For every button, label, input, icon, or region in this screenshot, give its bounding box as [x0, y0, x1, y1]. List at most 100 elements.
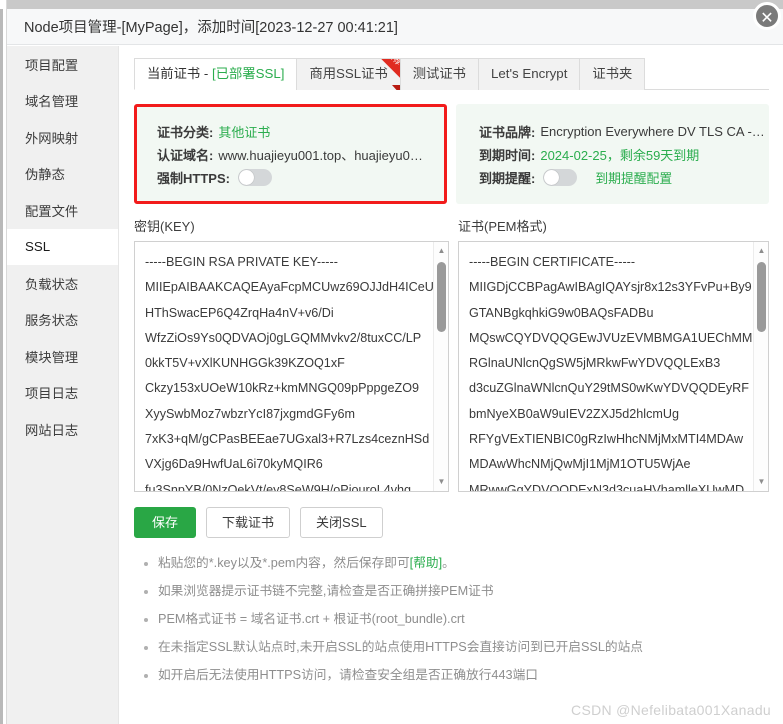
- key-panel-label: 密钥(KEY): [134, 219, 195, 234]
- main-panel: 当前证书 - [已部署SSL] 商用SSL证书 推荐 测试证书 Let's Encryp…: [120, 46, 783, 724]
- scroll-up-arrow-icon[interactable]: ▲: [754, 244, 768, 258]
- cert-brand-value: Encryption Everywhere DV TLS CA - ...: [540, 124, 766, 139]
- sidebar-item-1[interactable]: 域名管理: [7, 83, 118, 120]
- cert-expire-value: 2024-02-25，剩余59天到期: [540, 148, 700, 163]
- sidebar-item-7[interactable]: 服务状态: [7, 302, 118, 339]
- force-https-row: 强制HTTPS:: [157, 166, 444, 189]
- sidebar-item-label: 域名管理: [25, 94, 79, 110]
- scrollbar-thumb[interactable]: [757, 262, 766, 332]
- toggle-knob-icon: [544, 170, 560, 185]
- download-cert-button[interactable]: 下载证书: [206, 507, 291, 538]
- help-note-item: 粘贴您的*.key以及*.pem内容，然后保存即可[帮助]。: [158, 556, 769, 571]
- certificate-summary: 证书分类: 其他证书 认证域名: www.huajieyu001.top、hua…: [134, 104, 769, 204]
- window-top-chrome: [0, 0, 783, 9]
- sidebar-item-label: 模块管理: [25, 349, 79, 365]
- cert-domain-value: www.huajieyu001.top、huajieyu001....: [218, 148, 429, 163]
- help-note-text: 如开启后无法使用HTTPS访问，请检查安全组是否正确放行443端口: [158, 668, 538, 682]
- sidebar: 项目配置域名管理外网映射伪静态配置文件 SSL 负载状态服务状态模块管理项目日志网站…: [7, 46, 119, 724]
- tab-1[interactable]: 商用SSL证书 推荐: [296, 58, 400, 90]
- sidebar-item-9[interactable]: 项目日志: [7, 375, 118, 412]
- cert-category-label: 证书分类:: [157, 125, 214, 140]
- sidebar-item-10[interactable]: 网站日志: [7, 411, 118, 448]
- sidebar-item-6[interactable]: 负载状态: [7, 265, 118, 302]
- tab-label: 当前证书 -: [147, 66, 213, 81]
- force-https-toggle[interactable]: [237, 169, 272, 186]
- certificate-info-left-highlighted: 证书分类: 其他证书 认证域名: www.huajieyu001.top、hua…: [134, 104, 447, 204]
- sidebar-item-label: 网站日志: [25, 422, 79, 438]
- scroll-up-arrow-icon[interactable]: ▲: [434, 244, 448, 258]
- help-note-item: PEM格式证书 = 域名证书.crt + 根证书(root_bundle).cr…: [158, 612, 769, 627]
- expire-remind-row: 到期提醒: 到期提醒配置: [479, 166, 769, 189]
- close-ssl-button[interactable]: 关闭SSL: [300, 507, 383, 538]
- force-https-label: 强制HTTPS:: [157, 171, 230, 186]
- certificate-textarea-wrapper: -----BEGIN CERTIFICATE----- MIIGDjCCBPag…: [458, 241, 769, 492]
- expire-remind-toggle[interactable]: [543, 169, 578, 186]
- sidebar-item-label: SSL: [25, 239, 51, 255]
- certificate-info-right: 证书品牌: Encryption Everywhere DV TLS CA - …: [456, 104, 769, 204]
- cert-brand-row: 证书品牌: Encryption Everywhere DV TLS CA - …: [479, 120, 769, 143]
- tab-label: 商用SSL证书: [309, 66, 388, 81]
- tab-2[interactable]: 测试证书: [399, 58, 478, 90]
- sidebar-item-label: 伪静态: [25, 167, 65, 183]
- sidebar-item-label: 项目配置: [25, 57, 79, 73]
- sidebar-item-0[interactable]: 项目配置: [7, 46, 118, 83]
- scrollbar-thumb[interactable]: [437, 262, 446, 332]
- expire-remind-label: 到期提醒:: [479, 171, 536, 186]
- help-notes: 粘贴您的*.key以及*.pem内容，然后保存即可[帮助]。如果浏览器提示证书链…: [134, 556, 769, 683]
- certificate-panel: 证书(PEM格式) -----BEGIN CERTIFICATE----- MI…: [458, 216, 769, 492]
- tab-bar: 当前证书 - [已部署SSL] 商用SSL证书 推荐 测试证书 Let's Encryp…: [134, 58, 769, 90]
- cert-category-value: 其他证书: [218, 125, 271, 140]
- help-note-suffix: 。: [442, 556, 455, 570]
- certificate-panel-label: 证书(PEM格式): [458, 219, 547, 234]
- sidebar-item-3[interactable]: 伪静态: [7, 156, 118, 193]
- watermark: CSDN @Nefelibata001Xanadu: [571, 702, 771, 718]
- action-buttons: 保存 下载证书 关闭SSL: [134, 507, 769, 538]
- cert-domain-row: 认证域名: www.huajieyu001.top、huajieyu001...…: [157, 143, 444, 166]
- help-note-text: 如果浏览器提示证书链不完整,请检查是否正确拼接PEM证书: [158, 584, 494, 598]
- cert-expire-label: 到期时间:: [479, 148, 536, 163]
- window-left-edge-shadow: [0, 9, 3, 724]
- close-icon[interactable]: ✕: [753, 2, 781, 30]
- help-note-text: 在未指定SSL默认站点时,未开启SSL的站点使用HTTPS会直接访问到已开启SS…: [158, 640, 643, 654]
- help-note-text: 粘贴您的*.key以及*.pem内容，然后保存即可: [158, 556, 410, 570]
- sidebar-item-label: 外网映射: [25, 130, 79, 146]
- scroll-down-arrow-icon[interactable]: ▼: [754, 475, 768, 489]
- scroll-down-arrow-icon[interactable]: ▼: [434, 475, 448, 489]
- help-note-text: PEM格式证书 = 域名证书.crt + 根证书(root_bundle).cr…: [158, 612, 465, 626]
- tab-3[interactable]: Let's Encrypt: [477, 58, 580, 90]
- cert-domain-label: 认证域名:: [157, 148, 214, 163]
- tab-label: 测试证书: [412, 66, 466, 81]
- dialog-title: Node项目管理-[MyPage]，添加时间[2023-12-27 00:41:…: [7, 9, 783, 45]
- cert-expire-row: 到期时间: 2024-02-25，剩余59天到期: [479, 143, 769, 166]
- tab-label: 证书夹: [592, 66, 633, 81]
- save-button[interactable]: 保存: [134, 507, 197, 538]
- help-note-item: 在未指定SSL默认站点时,未开启SSL的站点使用HTTPS会直接访问到已开启SS…: [158, 640, 769, 655]
- recommended-ribbon-tip-icon: [391, 85, 400, 90]
- sidebar-item-label: 负载状态: [25, 276, 79, 292]
- sidebar-item-8[interactable]: 模块管理: [7, 338, 118, 375]
- help-note-item: 如开启后无法使用HTTPS访问，请检查安全组是否正确放行443端口: [158, 668, 769, 683]
- certificate-textarea[interactable]: -----BEGIN CERTIFICATE----- MIIGDjCCBPag…: [459, 242, 753, 491]
- sidebar-item-5[interactable]: SSL: [7, 228, 118, 265]
- tab-4[interactable]: 证书夹: [579, 58, 646, 90]
- certificate-scrollbar[interactable]: ▲ ▼: [753, 242, 768, 491]
- tab-status-badge: [已部署SSL]: [212, 66, 285, 81]
- expire-remind-config-link[interactable]: 到期提醒配置: [595, 168, 672, 187]
- sidebar-item-2[interactable]: 外网映射: [7, 119, 118, 156]
- tab-label: Let's Encrypt: [490, 66, 568, 81]
- key-panel: 密钥(KEY) -----BEGIN RSA PRIVATE KEY----- …: [134, 216, 449, 492]
- sidebar-item-label: 服务状态: [25, 313, 79, 329]
- key-scrollbar[interactable]: ▲ ▼: [433, 242, 448, 491]
- sidebar-item-4[interactable]: 配置文件: [7, 192, 118, 229]
- sidebar-item-label: 项目日志: [25, 386, 79, 402]
- cert-editor-row: 密钥(KEY) -----BEGIN RSA PRIVATE KEY----- …: [134, 216, 769, 492]
- sidebar-item-label: 配置文件: [25, 203, 79, 219]
- help-link[interactable]: [帮助]: [410, 556, 442, 570]
- ssl-settings-dialog: ✕ Node项目管理-[MyPage]，添加时间[2023-12-27 00:4…: [0, 0, 783, 724]
- toggle-knob-icon: [238, 170, 254, 185]
- help-note-item: 如果浏览器提示证书链不完整,请检查是否正确拼接PEM证书: [158, 584, 769, 599]
- dialog-title-text: Node项目管理-[MyPage]，添加时间[2023-12-27 00:41:…: [24, 20, 398, 36]
- cert-brand-label: 证书品牌:: [479, 125, 536, 140]
- key-textarea[interactable]: -----BEGIN RSA PRIVATE KEY----- MIIEpAIB…: [135, 242, 433, 491]
- tab-0[interactable]: 当前证书 - [已部署SSL]: [134, 58, 297, 90]
